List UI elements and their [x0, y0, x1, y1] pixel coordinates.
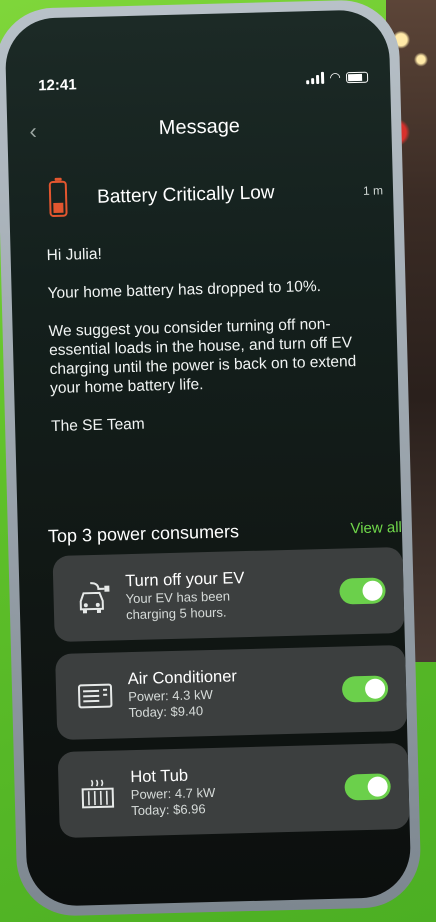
ev-car-icon: [73, 579, 112, 618]
status-time: 12:41: [37, 75, 77, 94]
message-time: 1 m: [362, 183, 384, 198]
message-signature: The SE Team: [50, 415, 145, 436]
message-body: Hi Julia! Your home battery has dropped …: [46, 237, 383, 455]
battery-low-icon: [48, 180, 68, 218]
message-greeting: Hi Julia!: [46, 245, 102, 265]
page-title: Message: [158, 114, 241, 139]
message-title: Battery Critically Low: [96, 182, 275, 208]
consumer-card-air-conditioner[interactable]: Air Conditioner Power: 4.3 kW Today: $9.…: [55, 644, 408, 741]
consumer-list: Turn off your EV Your EV has been chargi…: [52, 546, 411, 850]
nav-bar: ‹ Message: [7, 107, 392, 147]
signal-icon: [306, 71, 325, 85]
status-bar: 12:41 ◠: [37, 66, 369, 97]
back-button[interactable]: ‹: [29, 118, 37, 144]
consumer-text: Turn off your EV Your EV has been chargi…: [125, 566, 340, 624]
message-line-2: We suggest you consider turning off non-…: [48, 315, 357, 398]
phone-frame: 12:41 ◠ ‹ Message Battery Critically Low…: [0, 0, 422, 918]
consumers-header: Top 3 power consumers View all: [48, 517, 402, 547]
message-line-1: Your home battery has dropped to 10%.: [47, 277, 322, 303]
status-icons: ◠: [306, 69, 369, 87]
consumer-card-hot-tub[interactable]: Hot Tub Power: 4.7 kW Today: $6.96: [57, 742, 410, 839]
air-conditioner-icon: [76, 677, 115, 716]
consumer-card-ev[interactable]: Turn off your EV Your EV has been chargi…: [52, 546, 405, 643]
ev-toggle[interactable]: [339, 577, 386, 605]
hot-tub-icon: [78, 775, 117, 814]
consumer-text: Air Conditioner Power: 4.3 kW Today: $9.…: [128, 664, 343, 722]
hot-tub-toggle[interactable]: [344, 773, 391, 801]
battery-status-icon: [345, 71, 369, 83]
consumer-text: Hot Tub Power: 4.7 kW Today: $6.96: [130, 762, 345, 820]
air-conditioner-toggle[interactable]: [341, 675, 389, 703]
wifi-icon: ◠: [329, 69, 341, 85]
consumers-title: Top 3 power consumers: [47, 521, 240, 547]
phone-screen: 12:41 ◠ ‹ Message Battery Critically Low…: [4, 9, 412, 907]
view-all-link[interactable]: View all: [350, 519, 402, 537]
message-header: Battery Critically Low 1 m: [48, 167, 384, 222]
